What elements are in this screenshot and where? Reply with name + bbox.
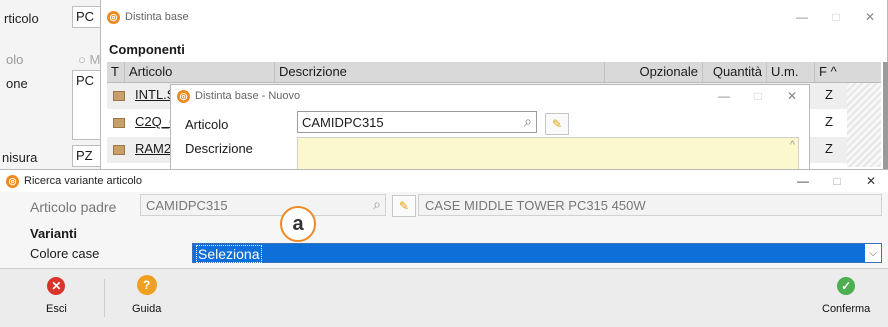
guida-button[interactable]: ? Guida	[132, 275, 161, 315]
row-articolo[interactable]: RAM2	[135, 141, 171, 156]
colore-case-label: Colore case	[30, 246, 100, 261]
maximize-button[interactable]: □	[741, 85, 775, 107]
col-descrizione[interactable]: Descrizione	[275, 62, 605, 82]
articolo-label: rticolo	[4, 11, 39, 26]
component-icon	[113, 145, 125, 155]
col-opzionale[interactable]: Opzionale	[605, 62, 703, 82]
articolo-padre-value: CAMIDPC315	[146, 198, 228, 213]
varianti-title: Varianti	[30, 226, 77, 241]
articolo-padre-label: Articolo padre	[30, 199, 117, 215]
chevron-down-icon[interactable]: ⌵	[865, 244, 881, 262]
window-title: Distinta base	[125, 11, 189, 23]
col-articolo[interactable]: Articolo	[125, 62, 275, 82]
edit-pencil-icon[interactable]: ✎	[392, 195, 416, 217]
close-button[interactable]: ✕	[853, 0, 887, 34]
grid-header: T Articolo Descrizione Opzionale Quantit…	[107, 62, 881, 83]
articolo-padre-description: CASE MIDDLE TOWER PC315 450W	[418, 194, 882, 216]
radio-option[interactable]: ○ M	[78, 52, 100, 67]
close-button[interactable]: ✕	[775, 85, 809, 107]
distinta-titlebar: ◎ Distinta base — □ ✕	[101, 0, 887, 34]
maximize-button[interactable]: □	[820, 170, 854, 192]
scrollbar[interactable]	[883, 62, 888, 170]
articolo-padre-input[interactable]: CAMIDPC315 ⌕	[140, 194, 386, 216]
flag-column-fill	[847, 83, 881, 167]
row-um: Z	[825, 141, 833, 156]
annotation-marker: a	[280, 206, 316, 242]
scroll-up-icon[interactable]: ^	[790, 139, 795, 151]
ricerca-titlebar: ◎ Ricerca variante articolo — □ ✕	[0, 170, 888, 192]
nuovo-titlebar: ◎ Distinta base - Nuovo — □ ✕	[171, 85, 809, 107]
nuovo-window: ◎ Distinta base - Nuovo — □ ✕ Articolo C…	[170, 84, 810, 171]
articolo-value: CAMIDPC315	[302, 115, 384, 130]
dialog-footer: ✕ Esci ? Guida ✓ Conferma	[0, 268, 888, 327]
bg-label-2: olo	[6, 52, 24, 67]
component-icon	[113, 118, 125, 128]
articolo-input[interactable]: CAMIDPC315 ⌕	[297, 111, 537, 133]
col-um[interactable]: U.m.	[767, 62, 815, 82]
descrizione-label: Descrizione	[185, 141, 253, 156]
footer-divider	[104, 279, 105, 317]
maximize-button[interactable]: □	[819, 0, 853, 34]
minimize-button[interactable]: —	[785, 0, 819, 34]
col-quantita[interactable]: Quantità	[703, 62, 767, 82]
conferma-button[interactable]: ✓ Conferma	[822, 277, 870, 315]
component-icon	[113, 91, 125, 101]
colore-case-select[interactable]: Seleziona ⌵	[192, 243, 882, 263]
bg-label-3: one	[6, 76, 28, 91]
app-icon: ◎	[107, 10, 120, 24]
row-um: Z	[825, 87, 833, 102]
close-button[interactable]: ✕	[854, 170, 888, 192]
esci-button[interactable]: ✕ Esci	[46, 277, 67, 315]
help-icon: ?	[136, 275, 157, 295]
minimize-button[interactable]: —	[786, 170, 820, 192]
app-icon: ◎	[177, 89, 190, 103]
search-icon[interactable]: ⌕	[524, 113, 532, 130]
window-title: Distinta base - Nuovo	[195, 90, 301, 102]
select-value: Seleziona	[196, 245, 262, 263]
descrizione-input[interactable]: ^	[297, 137, 799, 171]
bg-label-4: nisura	[2, 150, 38, 165]
section-title: Componenti	[109, 42, 185, 57]
exit-icon: ✕	[47, 277, 66, 295]
check-icon: ✓	[837, 277, 856, 295]
window-title: Ricerca variante articolo	[24, 175, 142, 187]
app-icon: ◎	[6, 174, 19, 188]
minimize-button[interactable]: —	[707, 85, 741, 107]
ricerca-variante-dialog: ◎ Ricerca variante articolo — □ ✕ Artico…	[0, 169, 888, 327]
scroll-up-icon[interactable]: ^	[831, 64, 837, 79]
col-type[interactable]: T	[107, 62, 125, 82]
col-flag[interactable]: F ^	[815, 62, 855, 82]
row-um: Z	[825, 114, 833, 129]
articolo-label: Articolo	[185, 117, 229, 132]
search-icon[interactable]: ⌕	[373, 196, 381, 213]
edit-pencil-icon[interactable]: ✎	[545, 113, 569, 135]
